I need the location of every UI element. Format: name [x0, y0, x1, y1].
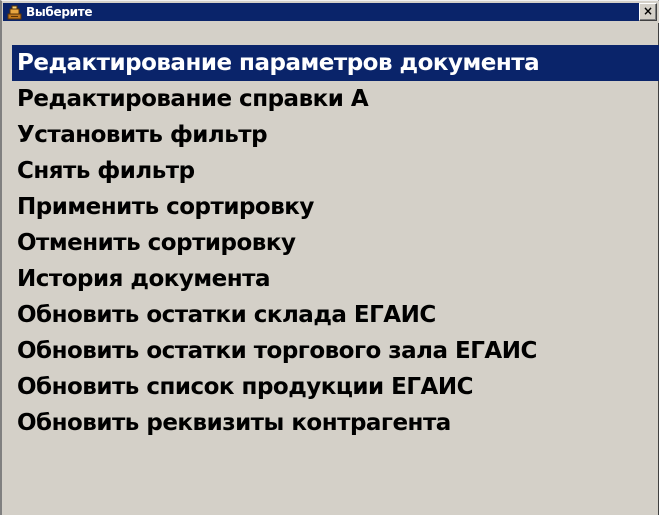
menu-item-label: Обновить остатки торгового зала ЕГАИС [17, 338, 537, 364]
title-bar[interactable]: Выберите × [2, 1, 659, 23]
menu-item-label: Редактирование параметров документа [17, 50, 540, 76]
menu-item-cancel-sort[interactable]: Отменить сортировку [12, 225, 659, 261]
action-list: Редактирование параметров документа Реда… [12, 45, 659, 441]
menu-item-label: Обновить реквизиты контрагента [17, 410, 451, 436]
menu-item-label: Обновить остатки склада ЕГАИС [17, 302, 436, 328]
menu-item-refresh-counterparty-details[interactable]: Обновить реквизиты контрагента [12, 405, 659, 441]
menu-item-refresh-salesfloor-stock[interactable]: Обновить остатки торгового зала ЕГАИС [12, 333, 659, 369]
choose-dialog: Выберите × Редактирование параметров док… [0, 0, 659, 515]
close-icon: × [642, 4, 654, 18]
menu-item-apply-sort[interactable]: Применить сортировку [12, 189, 659, 225]
menu-item-label: Применить сортировку [17, 194, 314, 220]
window-title: Выберите [26, 5, 93, 19]
menu-item-label: Обновить список продукции ЕГАИС [17, 374, 473, 400]
close-button[interactable]: × [639, 3, 657, 21]
menu-item-clear-filter[interactable]: Снять фильтр [12, 153, 659, 189]
menu-item-edit-reference-a[interactable]: Редактирование справки А [12, 81, 659, 117]
menu-item-refresh-warehouse-stock[interactable]: Обновить остатки склада ЕГАИС [12, 297, 659, 333]
menu-item-set-filter[interactable]: Установить фильтр [12, 117, 659, 153]
cash-register-icon [7, 5, 22, 20]
title-bar-background: Выберите [3, 3, 639, 21]
menu-item-document-history[interactable]: История документа [12, 261, 659, 297]
menu-item-label: История документа [17, 266, 271, 292]
menu-item-label: Установить фильтр [17, 122, 268, 148]
menu-item-label: Редактирование справки А [17, 86, 369, 112]
menu-item-label: Снять фильтр [17, 158, 195, 184]
menu-item-label: Отменить сортировку [17, 230, 296, 256]
menu-item-edit-document-params[interactable]: Редактирование параметров документа [12, 45, 659, 81]
menu-item-refresh-product-list[interactable]: Обновить список продукции ЕГАИС [12, 369, 659, 405]
